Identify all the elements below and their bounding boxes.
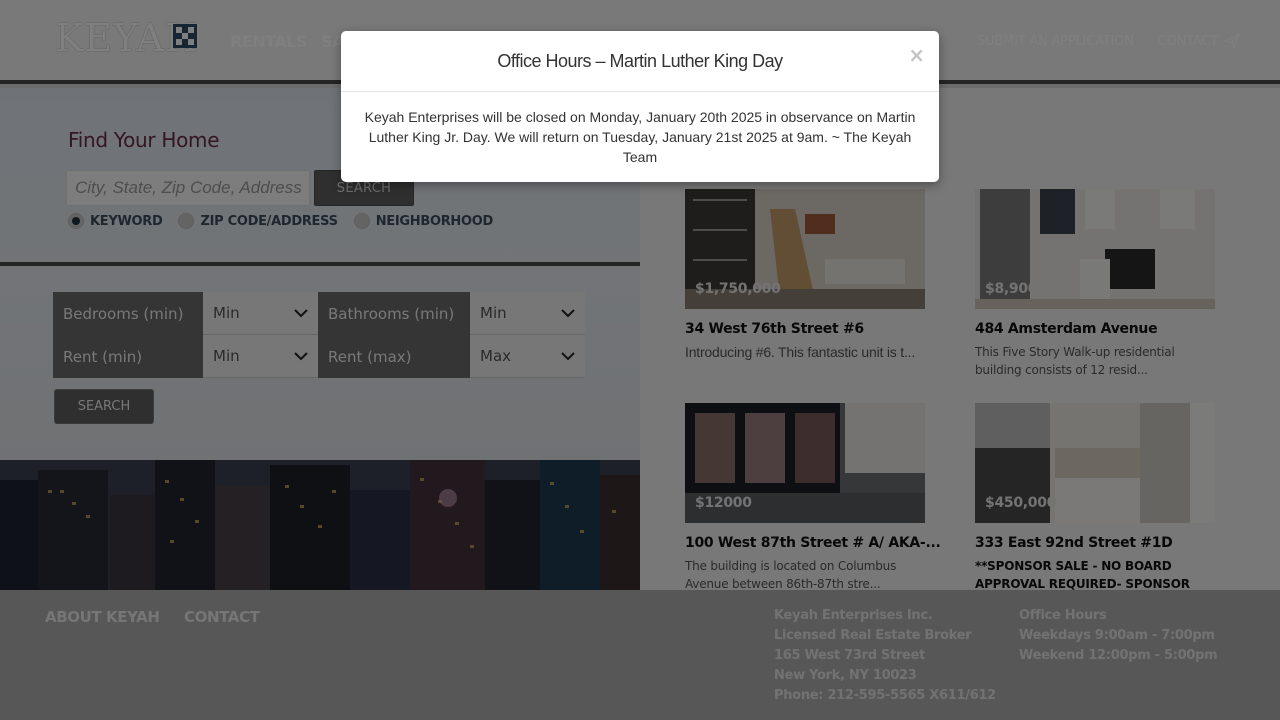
modal-body: Keyah Enterprises will be closed on Mond… (364, 109, 916, 165)
modal-title: Office Hours – Martin Luther King Day (497, 50, 783, 71)
close-icon[interactable]: × (908, 43, 925, 67)
modal-header: Office Hours – Martin Luther King Day × (341, 31, 939, 92)
announcement-modal: Office Hours – Martin Luther King Day × … (341, 31, 939, 182)
